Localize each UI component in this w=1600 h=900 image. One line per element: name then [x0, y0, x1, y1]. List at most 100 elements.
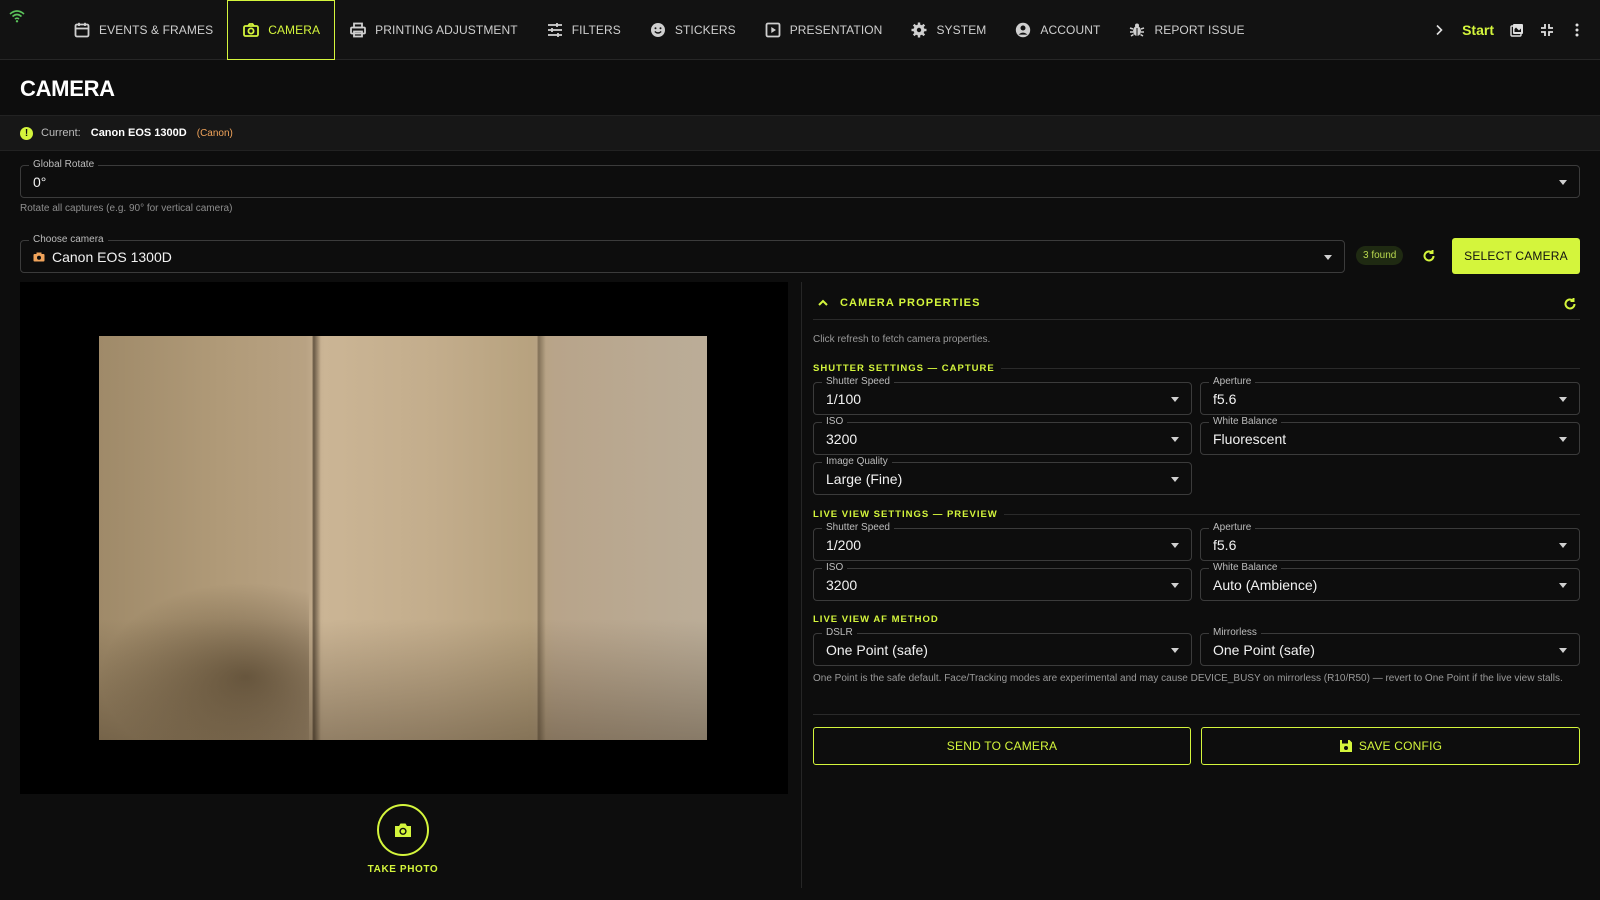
field-label: ISO	[822, 416, 848, 428]
field-value: f5.6	[1213, 390, 1237, 407]
select-camera-button[interactable]: SELECT CAMERA	[1452, 238, 1580, 274]
send-to-camera-button[interactable]: SEND TO CAMERA	[813, 727, 1191, 765]
chevron-down-icon	[1324, 254, 1332, 260]
printer-icon	[350, 22, 367, 38]
wifi-icon	[9, 10, 25, 23]
refresh-properties-button[interactable]	[1560, 294, 1580, 314]
current-camera-banner: ! Current: Canon EOS 1300D (Canon)	[0, 115, 1600, 151]
field-value: 3200	[826, 430, 858, 447]
field-value: Canon EOS 1300D	[52, 248, 172, 265]
chevron-up-icon	[818, 299, 828, 306]
af-dslr-select[interactable]: DSLR One Point (safe)	[813, 627, 1192, 666]
tab-label: CAMERA	[268, 23, 321, 37]
tab-camera[interactable]: CAMERA	[227, 0, 336, 60]
capture-aperture-select[interactable]: Aperture f5.6	[1200, 376, 1580, 415]
tab-system[interactable]: SYSTEM	[896, 0, 1000, 60]
tab-filters[interactable]: FILTERS	[532, 0, 635, 60]
tab-report-issue[interactable]: REPORT ISSUE	[1114, 0, 1258, 60]
refresh-icon	[1564, 298, 1576, 310]
tab-label: REPORT ISSUE	[1154, 23, 1245, 37]
camera-properties-title: CAMERA PROPERTIES	[840, 297, 981, 309]
capture-white-balance-select[interactable]: White Balance Fluorescent	[1200, 416, 1580, 455]
sliders-icon	[547, 23, 562, 37]
fullscreen-exit-button[interactable]	[1532, 15, 1562, 45]
field-label: Global Rotate	[29, 159, 99, 171]
live-view-shadow	[99, 582, 309, 740]
save-icon	[1339, 740, 1352, 752]
live-iso-select[interactable]: ISO 3200	[813, 562, 1192, 601]
section-rule	[1000, 367, 1580, 369]
camera-properties-header: CAMERA PROPERTIES	[813, 288, 1580, 320]
live-view-preview	[20, 282, 788, 794]
tab-label: STICKERS	[674, 23, 736, 37]
choose-camera-select[interactable]: Choose camera Canon EOS 1300D	[20, 234, 1345, 273]
current-camera-brand: (Canon)	[196, 127, 233, 139]
tab-label: EVENTS & FRAMES	[99, 23, 214, 37]
section-rule	[945, 619, 1580, 620]
global-rotate-select[interactable]: Global Rotate 0°	[20, 159, 1580, 198]
section-live-view: LIVE VIEW SETTINGS — PREVIEW	[813, 507, 1580, 521]
refresh-cameras-button[interactable]	[1419, 246, 1439, 266]
current-label: Current:	[41, 127, 81, 139]
field-value: 0°	[33, 173, 47, 190]
chevron-right-button[interactable]	[1424, 15, 1454, 45]
gallery-button[interactable]	[1502, 15, 1532, 45]
field-label: White Balance	[1209, 562, 1282, 574]
panel-divider	[801, 282, 802, 888]
button-label: SAVE CONFIG	[1358, 739, 1443, 753]
save-config-button[interactable]: SAVE CONFIG	[1201, 727, 1580, 765]
field-value: One Point (safe)	[1213, 641, 1315, 658]
chevron-down-icon	[1171, 647, 1179, 653]
chevron-down-icon	[1559, 179, 1567, 185]
collapse-button[interactable]	[817, 297, 829, 309]
capture-shutter-speed-select[interactable]: Shutter Speed 1/100	[813, 376, 1192, 415]
take-photo-button[interactable]	[377, 804, 429, 856]
global-rotate-helper: Rotate all captures (e.g. 90° for vertic…	[20, 203, 233, 214]
gallery-icon	[1510, 24, 1523, 37]
page-header: CAMERA	[0, 60, 1600, 115]
live-shutter-speed-select[interactable]: Shutter Speed 1/200	[813, 522, 1192, 561]
field-label: Aperture	[1209, 522, 1256, 534]
field-label: Shutter Speed	[822, 522, 894, 534]
tab-stickers[interactable]: STICKERS	[635, 0, 750, 60]
tab-presentation[interactable]: PRESENTATION	[750, 0, 897, 60]
field-value: One Point (safe)	[826, 641, 928, 658]
field-label: Choose camera	[29, 234, 108, 246]
field-label: Shutter Speed	[822, 376, 894, 388]
tab-printing-adjustment[interactable]: PRINTING ADJUSTMENT	[335, 0, 532, 60]
af-method-note: One Point is the safe default. Face/Trac…	[813, 673, 1563, 684]
tab-label: FILTERS	[571, 23, 621, 37]
page-title: CAMERA	[20, 76, 115, 101]
live-aperture-select[interactable]: Aperture f5.6	[1200, 522, 1580, 561]
chevron-down-icon	[1559, 582, 1567, 588]
tab-account[interactable]: ACCOUNT	[1000, 0, 1114, 60]
play-icon	[765, 22, 781, 38]
af-mirrorless-select[interactable]: Mirrorless One Point (safe)	[1200, 627, 1580, 666]
field-value: 3200	[826, 576, 858, 593]
field-label: White Balance	[1209, 416, 1282, 428]
tab-label: SYSTEM	[936, 23, 987, 37]
live-white-balance-select[interactable]: White Balance Auto (Ambience)	[1200, 562, 1580, 601]
smiley-icon	[650, 23, 665, 37]
current-camera-name: Canon EOS 1300D	[90, 127, 187, 139]
chevron-down-icon	[1171, 436, 1179, 442]
field-label: Mirrorless	[1209, 627, 1261, 639]
chevron-down-icon	[1559, 436, 1567, 442]
start-button[interactable]: Start	[1454, 22, 1502, 38]
tab-events-frames[interactable]: EVENTS & FRAMES	[59, 0, 227, 60]
more-menu-button[interactable]	[1562, 15, 1592, 45]
camera-properties-hint: Click refresh to fetch camera properties…	[813, 334, 991, 345]
main-nav: EVENTS & FRAMES CAMERA PRINTING ADJUSTME…	[59, 0, 1259, 60]
capture-image-quality-select[interactable]: Image Quality Large (Fine)	[813, 456, 1192, 495]
section-title: LIVE VIEW SETTINGS — PREVIEW	[813, 508, 998, 520]
chevron-down-icon	[1171, 582, 1179, 588]
bug-icon	[1130, 23, 1145, 37]
field-value: Large (Fine)	[826, 470, 903, 487]
camera-icon	[243, 23, 260, 37]
user-circle-icon	[1016, 22, 1031, 38]
section-title: LIVE VIEW AF METHOD	[813, 613, 939, 625]
capture-iso-select[interactable]: ISO 3200	[813, 416, 1192, 455]
field-value: Fluorescent	[1213, 430, 1287, 447]
gear-icon	[911, 22, 927, 38]
divider	[813, 714, 1580, 715]
